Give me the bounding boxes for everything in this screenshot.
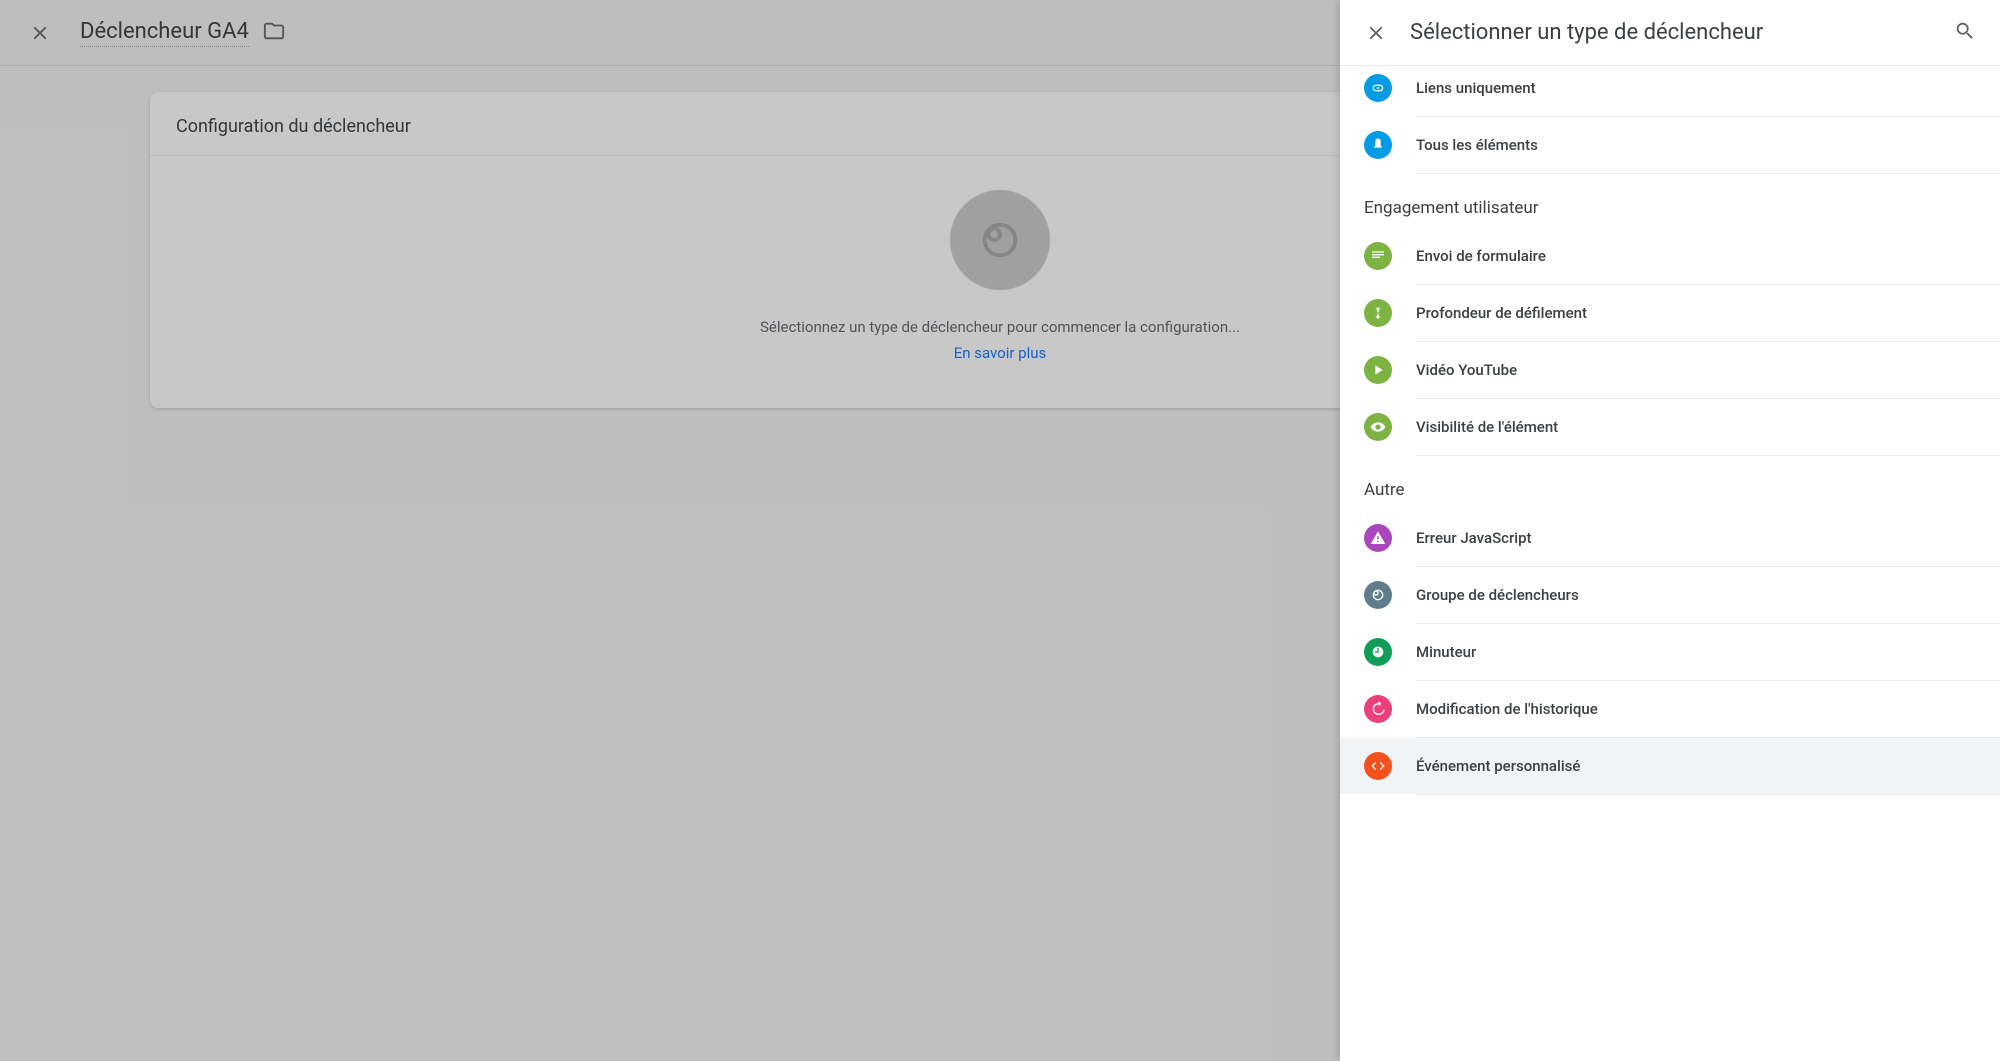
trigger-type-label: Vidéo YouTube: [1416, 361, 1517, 379]
trigger-type-label: Visibilité de l'élément: [1416, 418, 1558, 436]
scroll-icon: [1364, 299, 1392, 327]
play-icon: [1364, 356, 1392, 384]
trigger-type-label: Liens uniquement: [1416, 79, 1536, 97]
category-title: Autre: [1340, 456, 2000, 510]
group-icon: [1364, 581, 1392, 609]
trigger-type-label: Profondeur de défilement: [1416, 304, 1587, 322]
trigger-type-erreur-javascript[interactable]: Erreur JavaScript: [1340, 510, 2000, 566]
trigger-type-profondeur-de-de-filement[interactable]: Profondeur de défilement: [1340, 285, 2000, 341]
warn-icon: [1364, 524, 1392, 552]
trigger-type-liens-uniquement[interactable]: Liens uniquement: [1340, 66, 2000, 116]
trigger-type-label: Événement personnalisé: [1416, 757, 1580, 775]
overlay: Sélectionner un type de déclencheur Lien…: [0, 0, 2000, 1061]
trigger-type-panel: Sélectionner un type de déclencheur Lien…: [1340, 0, 2000, 1061]
code-icon: [1364, 752, 1392, 780]
close-panel-button[interactable]: [1364, 21, 1388, 45]
trigger-type-label: Modification de l'historique: [1416, 700, 1598, 718]
trigger-type-vide-o-youtube[interactable]: Vidéo YouTube: [1340, 342, 2000, 398]
trigger-type-groupe-de-de-clencheurs[interactable]: Groupe de déclencheurs: [1340, 567, 2000, 623]
trigger-type-tous-les-e-le-ments[interactable]: Tous les éléments: [1340, 117, 2000, 173]
close-icon: [1365, 22, 1387, 44]
divider: [1416, 794, 2000, 795]
search-button[interactable]: [1954, 20, 1976, 46]
trigger-type-envoi-de-formulaire[interactable]: Envoi de formulaire: [1340, 228, 2000, 284]
trigger-type-modification-de-l-historique[interactable]: Modification de l'historique: [1340, 681, 2000, 737]
trigger-type-visibilite-de-l-e-le-ment[interactable]: Visibilité de l'élément: [1340, 399, 2000, 455]
panel-title: Sélectionner un type de déclencheur: [1410, 20, 1954, 45]
trigger-type-label: Minuteur: [1416, 643, 1476, 661]
click-icon: [1364, 131, 1392, 159]
eye-icon: [1364, 413, 1392, 441]
search-icon: [1954, 20, 1976, 42]
panel-body[interactable]: Liens uniquement Tous les éléments Engagem…: [1340, 66, 2000, 1061]
link-icon: [1364, 74, 1392, 102]
trigger-type-label: Tous les éléments: [1416, 136, 1538, 154]
panel-header: Sélectionner un type de déclencheur: [1340, 0, 2000, 66]
form-icon: [1364, 242, 1392, 270]
timer-icon: [1364, 638, 1392, 666]
trigger-type-label: Groupe de déclencheurs: [1416, 586, 1579, 604]
history-icon: [1364, 695, 1392, 723]
trigger-type-label: Erreur JavaScript: [1416, 529, 1532, 547]
category-title: Engagement utilisateur: [1340, 174, 2000, 228]
trigger-type-label: Envoi de formulaire: [1416, 247, 1546, 265]
trigger-type-e-ve-nement-personnalise[interactable]: Événement personnalisé: [1340, 738, 2000, 794]
trigger-type-minuteur[interactable]: Minuteur: [1340, 624, 2000, 680]
